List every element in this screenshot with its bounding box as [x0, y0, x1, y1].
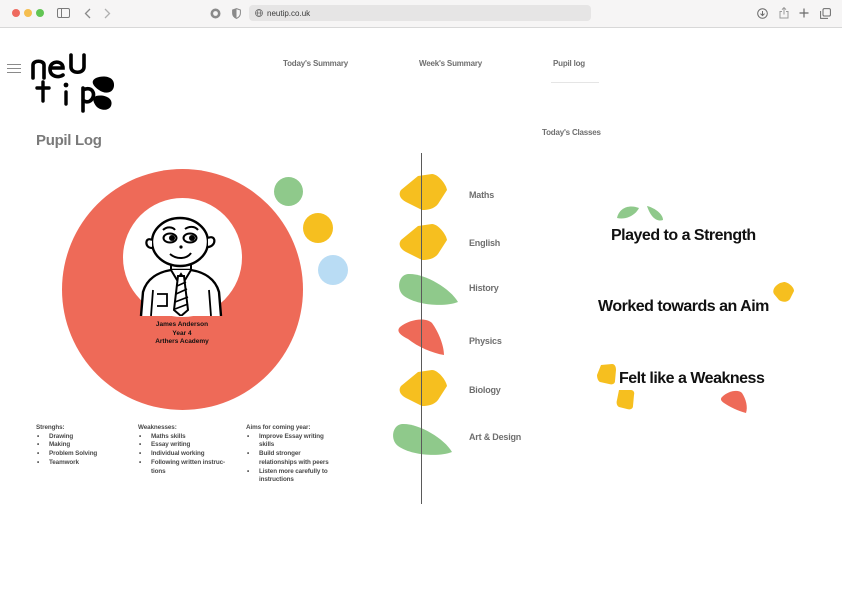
- pupil-year: Year 4: [172, 329, 192, 337]
- download-icon[interactable]: [756, 6, 768, 20]
- list-item: Drawing: [36, 433, 132, 442]
- maths-class-shape[interactable]: [396, 172, 450, 212]
- weakness-small-diamond-icon: [616, 390, 635, 410]
- menu-icon[interactable]: [7, 64, 21, 76]
- classes-timeline: [421, 153, 422, 504]
- strengths-list: Strenghs: Drawing Making Problem Solving…: [36, 424, 132, 468]
- played-to-strength-label[interactable]: Played to a Strength: [611, 227, 756, 245]
- english-class-shape[interactable]: [396, 222, 450, 262]
- yellow-bubble: [303, 213, 333, 243]
- class-label-history[interactable]: History: [469, 283, 499, 293]
- browser-toolbar: neutip.co.uk: [0, 0, 842, 28]
- page-title: Pupil Log: [36, 132, 102, 149]
- class-label-art-design[interactable]: Art & Design: [469, 432, 521, 442]
- nav-weeks-summary[interactable]: Week's Summary: [419, 59, 482, 68]
- sidebar-toggle-icon[interactable]: [56, 6, 70, 20]
- strength-leaves-icon: [617, 206, 663, 221]
- weakness-diamond-icon: [597, 364, 616, 385]
- weaknesses-title: Weaknesses:: [138, 424, 177, 431]
- blue-bubble: [318, 255, 348, 285]
- shield-icon[interactable]: [231, 6, 241, 20]
- physics-class-shape[interactable]: [396, 317, 448, 357]
- green-bubble: [274, 177, 303, 206]
- list-item: Essay writing: [138, 441, 236, 450]
- list-item: Problem Solving: [36, 450, 132, 459]
- class-label-biology[interactable]: Biology: [469, 385, 501, 395]
- nav-todays-summary[interactable]: Today's Summary: [283, 59, 348, 68]
- privacy-report-icon[interactable]: [209, 6, 221, 20]
- url-text: neutip.co.uk: [267, 8, 311, 18]
- pupil-name: James Anderson: [155, 321, 209, 328]
- list-item: Following written instruc-tions: [138, 459, 236, 476]
- aims-title: Aims for coming year:: [246, 424, 311, 431]
- list-item: Listen more carefully to instructions: [246, 468, 338, 485]
- neutip-logo[interactable]: [26, 48, 118, 114]
- pupil-details: James Anderson Year 4 Arthers Academy: [122, 321, 242, 347]
- share-icon[interactable]: [778, 6, 790, 20]
- pupil-school: Arthers Academy: [155, 338, 209, 345]
- forward-icon[interactable]: [102, 6, 112, 20]
- globe-icon: [255, 9, 263, 17]
- strengths-title: Strenghs:: [36, 424, 65, 431]
- back-icon[interactable]: [82, 6, 92, 20]
- aims-list: Aims for coming year: Improve Essay writ…: [246, 424, 338, 485]
- biology-class-shape[interactable]: [396, 368, 450, 408]
- list-item: Improve Essay writing skills: [246, 433, 338, 450]
- weakness-leaf-icon: [720, 390, 747, 413]
- pupil-avatar[interactable]: [133, 214, 233, 316]
- class-label-maths[interactable]: Maths: [469, 190, 494, 200]
- nav-active-underline: [551, 82, 599, 83]
- weaknesses-list: Weaknesses: Maths skills Essay writing I…: [138, 424, 236, 476]
- todays-classes-heading: Today's Classes: [542, 128, 601, 137]
- list-item: Maths skills: [138, 433, 236, 442]
- history-class-shape[interactable]: [396, 272, 460, 308]
- list-item: Individual working: [138, 450, 236, 459]
- nav-pupil-log[interactable]: Pupil log: [553, 59, 585, 68]
- list-item: Build stronger relationships with peers: [246, 450, 338, 467]
- tab-overview-icon[interactable]: [819, 6, 831, 20]
- class-label-english[interactable]: English: [469, 238, 500, 248]
- art-design-class-shape[interactable]: [390, 422, 454, 458]
- zoom-window-button[interactable]: [36, 9, 44, 17]
- list-item: Teamwork: [36, 459, 132, 468]
- close-window-button[interactable]: [12, 9, 20, 17]
- worked-towards-aim-label[interactable]: Worked towards an Aim: [598, 298, 769, 316]
- class-label-physics[interactable]: Physics: [469, 336, 502, 346]
- felt-like-weakness-label[interactable]: Felt like a Weakness: [619, 370, 765, 388]
- minimize-window-button[interactable]: [24, 9, 32, 17]
- new-tab-icon[interactable]: [798, 6, 810, 20]
- address-bar[interactable]: neutip.co.uk: [249, 5, 591, 21]
- aim-diamond-icon: [773, 282, 794, 302]
- list-item: Making: [36, 441, 132, 450]
